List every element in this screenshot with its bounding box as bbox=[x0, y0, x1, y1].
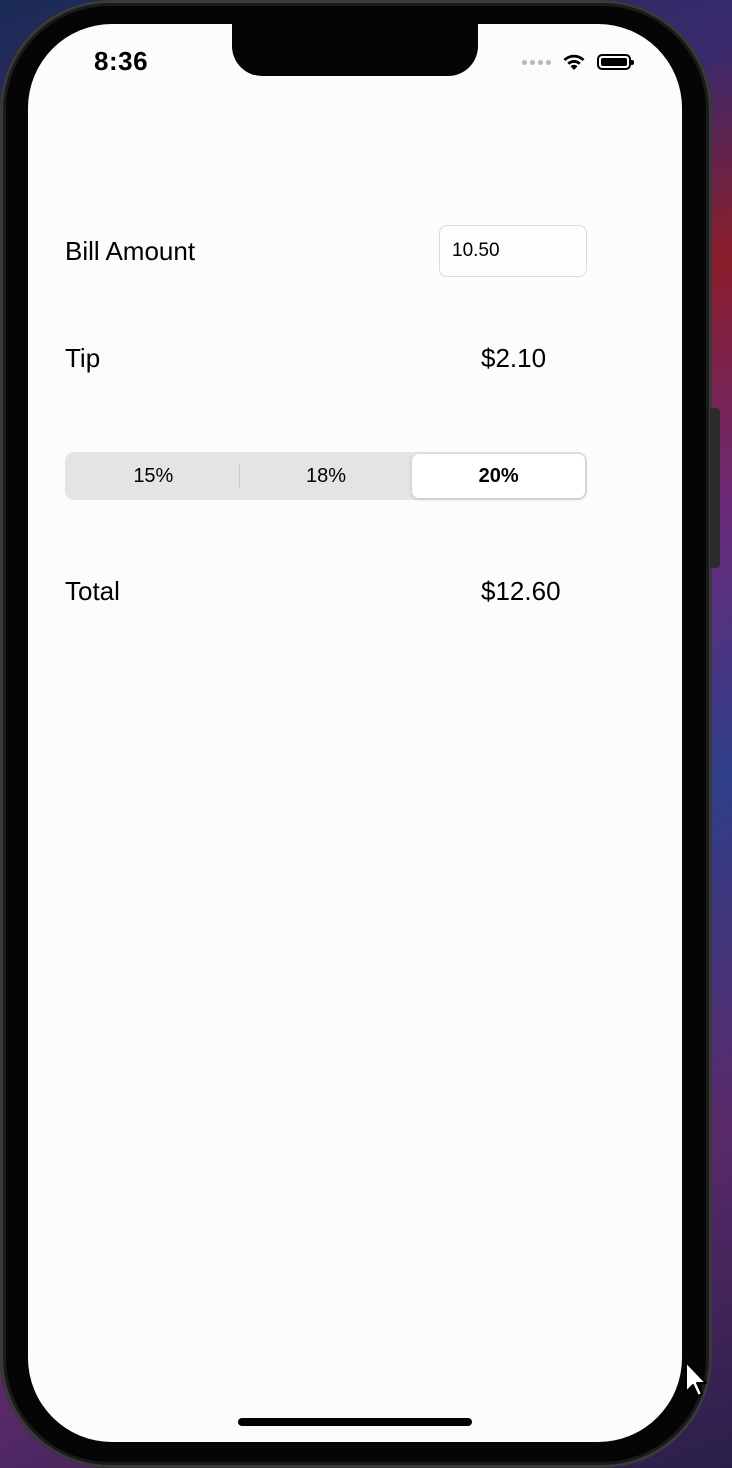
mouse-cursor-icon bbox=[685, 1361, 707, 1397]
device-side-button bbox=[710, 408, 720, 568]
wifi-icon bbox=[563, 54, 585, 70]
tip-option-20[interactable]: 20% bbox=[412, 454, 586, 498]
total-amount: $12.60 bbox=[481, 576, 561, 606]
home-indicator[interactable] bbox=[238, 1418, 472, 1426]
bill-amount-label: Bill Amount bbox=[65, 236, 196, 266]
bill-amount-input[interactable]: 10.50 bbox=[439, 225, 587, 277]
app-screen: 8:36 Bill Amount 10.50 Tip $2.10 15% 18%… bbox=[28, 24, 682, 1442]
tip-amount: $2.10 bbox=[481, 343, 547, 373]
tip-percentage-selector: 15% 18% 20% bbox=[65, 452, 587, 500]
tip-label: Tip bbox=[65, 343, 101, 373]
status-icons bbox=[522, 50, 634, 74]
battery-icon bbox=[597, 54, 634, 70]
total-label: Total bbox=[65, 576, 120, 606]
tip-option-15[interactable]: 15% bbox=[67, 454, 240, 498]
notch bbox=[232, 24, 478, 76]
status-time: 8:36 bbox=[94, 46, 149, 76]
cellular-signal-icon bbox=[522, 59, 551, 65]
tip-option-18[interactable]: 18% bbox=[240, 454, 413, 498]
